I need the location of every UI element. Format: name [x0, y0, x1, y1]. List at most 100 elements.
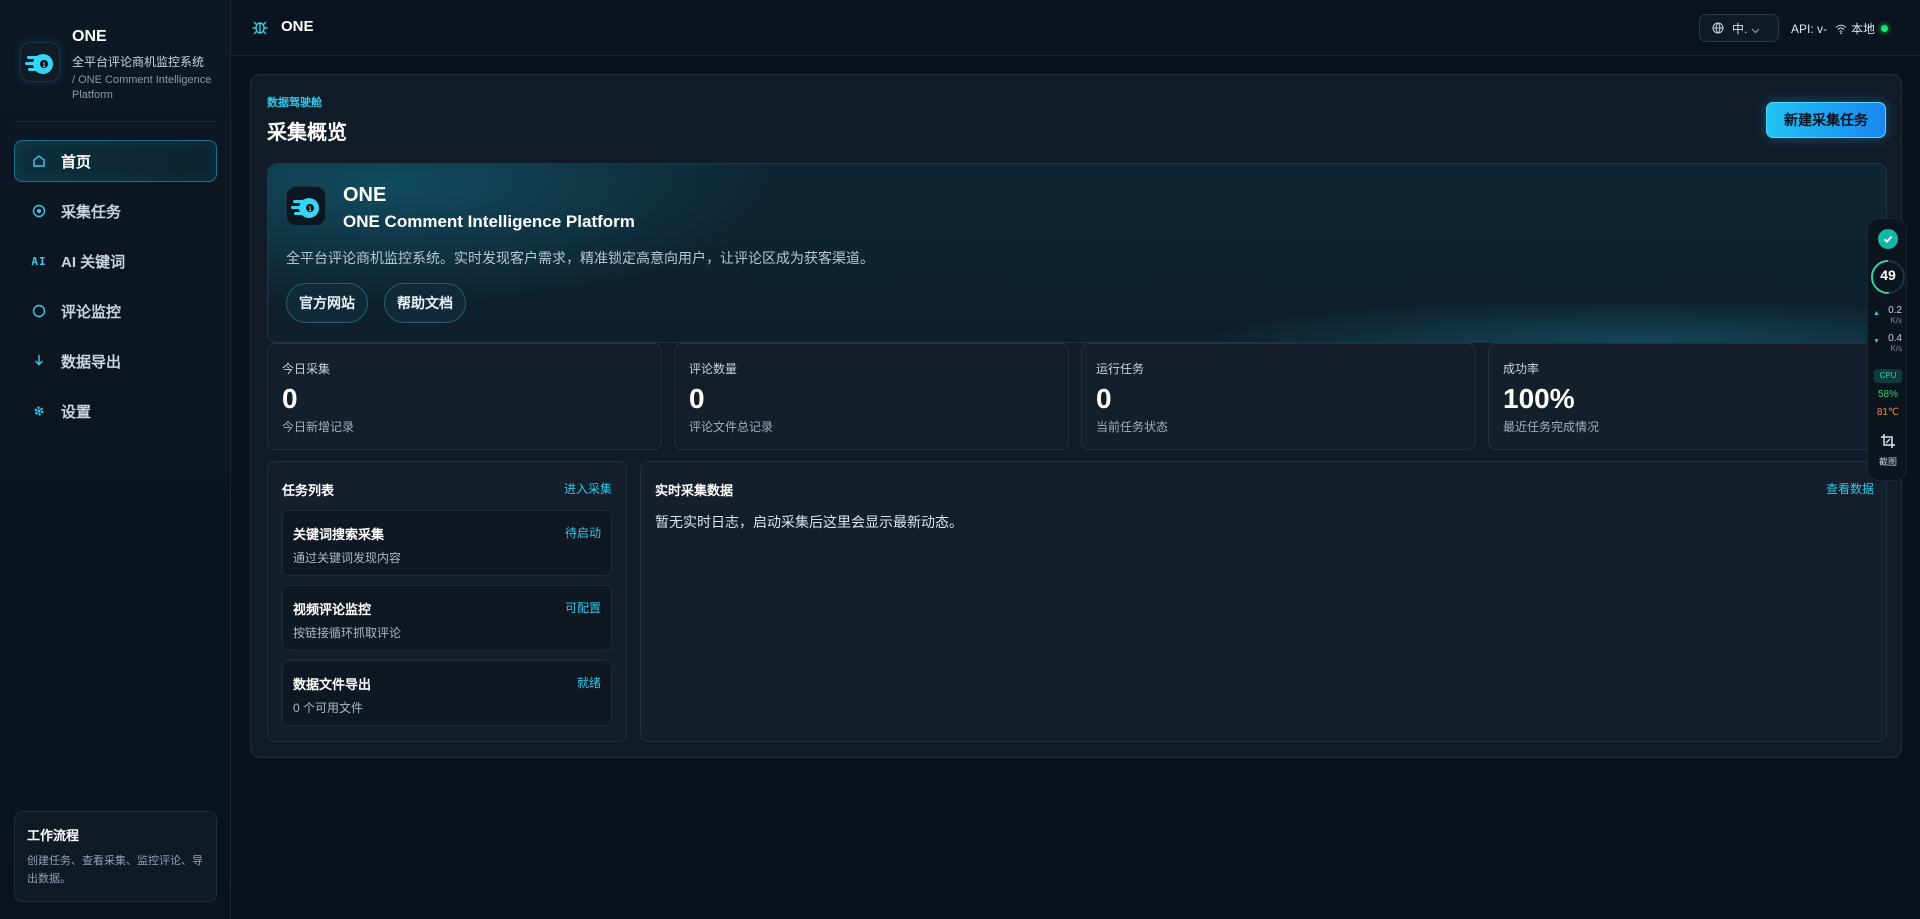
brand-subtitle: 全平台评论商机监控系统 — [72, 55, 205, 69]
status-dot — [1881, 25, 1889, 32]
sidebar-item-label: 数据导出 — [61, 353, 122, 371]
language-value: 中. — [1732, 21, 1748, 36]
stat-card-success: 成功率 100% 最近任务完成情况 — [1488, 343, 1883, 450]
stat-label: 评论数量 — [689, 362, 738, 376]
logo-icon: 1 — [286, 186, 326, 226]
topbar-title: ONE — [281, 18, 314, 35]
screenshot-icon[interactable] — [1880, 433, 1896, 449]
task-title: 数据文件导出 — [293, 677, 372, 692]
sidebar-item-label: 评论监控 — [61, 303, 122, 321]
api-version: API: v- — [1791, 21, 1828, 36]
sidebar-item-tasks[interactable]: 采集任务 — [14, 190, 217, 232]
task-status: 可配置 — [564, 601, 601, 615]
stat-foot: 今日新增记录 — [282, 420, 355, 434]
topbar: ONE 中. API: v- 本地 — [231, 0, 1920, 56]
task-item-export[interactable]: 数据文件导出 就绪 0 个可用文件 — [282, 660, 612, 726]
bug-icon — [251, 18, 269, 36]
gear-icon — [31, 403, 47, 419]
task-desc: 0 个可用文件 — [293, 701, 364, 715]
task-title: 关键词搜索采集 — [293, 527, 385, 542]
stat-card-today: 今日采集 0 今日新增记录 — [267, 343, 662, 450]
task-status: 就绪 — [576, 676, 601, 690]
stat-value: 0 — [282, 383, 298, 414]
workflow-desc: 创建任务、查看采集、监控评论、导出数据。 — [27, 855, 203, 885]
sidebar: 1 ONE 全平台评论商机监控系统 / ONE Comment Intellig… — [0, 0, 231, 919]
brand-name: ONE — [72, 28, 107, 45]
task-status: 待启动 — [564, 526, 601, 540]
cpu-temperature: 81℃ — [1876, 407, 1900, 418]
score-value: 49 — [1880, 267, 1896, 283]
task-list-card: 任务列表 进入采集 关键词搜索采集 待启动 通过关键词发现内容 视频评论监控 可… — [267, 461, 627, 742]
sidebar-item-label: 首页 — [61, 153, 92, 171]
sidebar-item-home[interactable]: 首页 — [14, 140, 217, 182]
download-icon — [31, 353, 47, 369]
circle-icon — [31, 303, 47, 319]
stat-label: 成功率 — [1503, 362, 1540, 376]
upload-value: 0.2 — [1888, 305, 1902, 316]
target-icon — [31, 203, 47, 219]
divider — [14, 121, 216, 122]
view-data-link[interactable]: 查看数据 — [1826, 480, 1874, 497]
hero-subtitle: ONE Comment Intelligence Platform — [343, 212, 635, 231]
stat-label: 运行任务 — [1096, 362, 1145, 376]
task-item-video[interactable]: 视频评论监控 可配置 按链接循环抓取评论 — [282, 585, 612, 651]
hero-banner: 1 ONE ONE Comment Intelligence Platform … — [267, 163, 1887, 343]
stat-value: 100% — [1503, 383, 1575, 414]
sidebar-item-ai-keywords[interactable]: AI AI 关键词 — [14, 240, 217, 282]
stat-card-running: 运行任务 0 当前任务状态 — [1081, 343, 1476, 450]
sidebar-item-settings[interactable]: 设置 — [14, 390, 217, 432]
language-select[interactable]: 中. — [1699, 14, 1779, 42]
task-title: 视频评论监控 — [293, 602, 372, 617]
live-data-card: 实时采集数据 查看数据 暂无实时日志，启动采集后这里会显示最新动态。 — [640, 461, 1887, 742]
sidebar-item-comment-monitor[interactable]: 评论监控 — [14, 290, 217, 332]
hero-description: 全平台评论商机监控系统。实时发现客户需求，精准锁定高意向用户，让评论区成为获客渠… — [286, 250, 874, 266]
sidebar-item-label: 设置 — [61, 403, 92, 421]
sidebar-nav: 首页 采集任务 AI AI 关键词 评论监控 数据导出 设置 — [14, 140, 217, 440]
workflow-title: 工作流程 — [27, 828, 80, 843]
chevron-down-icon — [1751, 24, 1760, 33]
page-eyebrow: 数据驾驶舱 — [267, 97, 322, 109]
main-panel: 数据驾驶舱 采集概览 新建采集任务 1 ONE ONE Comment Inte… — [250, 74, 1902, 758]
cpu-badge: CPU — [1874, 369, 1902, 383]
svg-text:1: 1 — [42, 62, 46, 69]
logo-icon: 1 — [20, 42, 60, 82]
network-label: 本地 — [1851, 22, 1876, 36]
brand-subtitle-en: / ONE Comment Intelligence Platform — [72, 74, 212, 101]
official-site-button[interactable]: 官方网站 — [286, 283, 368, 323]
system-monitor: 49 ▲ 0.2 K/s ▼ 0.4 K/s CPU 58% 81℃ 截图 — [1867, 218, 1907, 481]
task-list-title: 任务列表 — [282, 483, 335, 498]
download-rate: ▼ 0.4 K/s — [1868, 334, 1908, 354]
page-title: 采集概览 — [267, 122, 347, 144]
live-empty-message: 暂无实时日志，启动采集后这里会显示最新动态。 — [655, 514, 963, 530]
ai-icon: AI — [31, 254, 47, 268]
help-docs-button[interactable]: 帮助文档 — [384, 283, 466, 323]
sidebar-item-export[interactable]: 数据导出 — [14, 340, 217, 382]
stat-value: 0 — [689, 383, 705, 414]
hero-title: ONE — [343, 184, 387, 206]
cpu-percent: 58% — [1877, 389, 1898, 400]
task-desc: 按链接循环抓取评论 — [293, 626, 402, 640]
brand: 1 ONE 全平台评论商机监控系统 / ONE Comment Intellig… — [20, 26, 220, 106]
sidebar-item-label: 采集任务 — [61, 203, 122, 221]
api-status: API: v- 本地 — [1791, 20, 1889, 37]
live-data-title: 实时采集数据 — [655, 483, 734, 498]
stat-foot: 最近任务完成情况 — [1503, 420, 1600, 434]
stat-foot: 评论文件总记录 — [689, 420, 774, 434]
wifi-icon — [1835, 23, 1847, 35]
stat-value: 0 — [1096, 383, 1112, 414]
home-icon — [31, 153, 47, 169]
svg-text:1: 1 — [308, 206, 312, 213]
stat-foot: 当前任务状态 — [1096, 420, 1169, 434]
stat-card-comments: 评论数量 0 评论文件总记录 — [674, 343, 1069, 450]
download-value: 0.4 — [1888, 333, 1902, 344]
enter-collect-link[interactable]: 进入采集 — [564, 480, 612, 497]
task-desc: 通过关键词发现内容 — [293, 551, 402, 565]
globe-icon — [1712, 22, 1724, 34]
upload-rate: ▲ 0.2 K/s — [1868, 306, 1908, 326]
sidebar-item-label: AI 关键词 — [61, 253, 126, 271]
stat-label: 今日采集 — [282, 362, 331, 376]
check-icon[interactable] — [1878, 229, 1898, 249]
workflow-card: 工作流程 创建任务、查看采集、监控评论、导出数据。 — [14, 811, 217, 902]
new-task-button[interactable]: 新建采集任务 — [1766, 102, 1886, 138]
task-item-keyword[interactable]: 关键词搜索采集 待启动 通过关键词发现内容 — [282, 510, 612, 576]
